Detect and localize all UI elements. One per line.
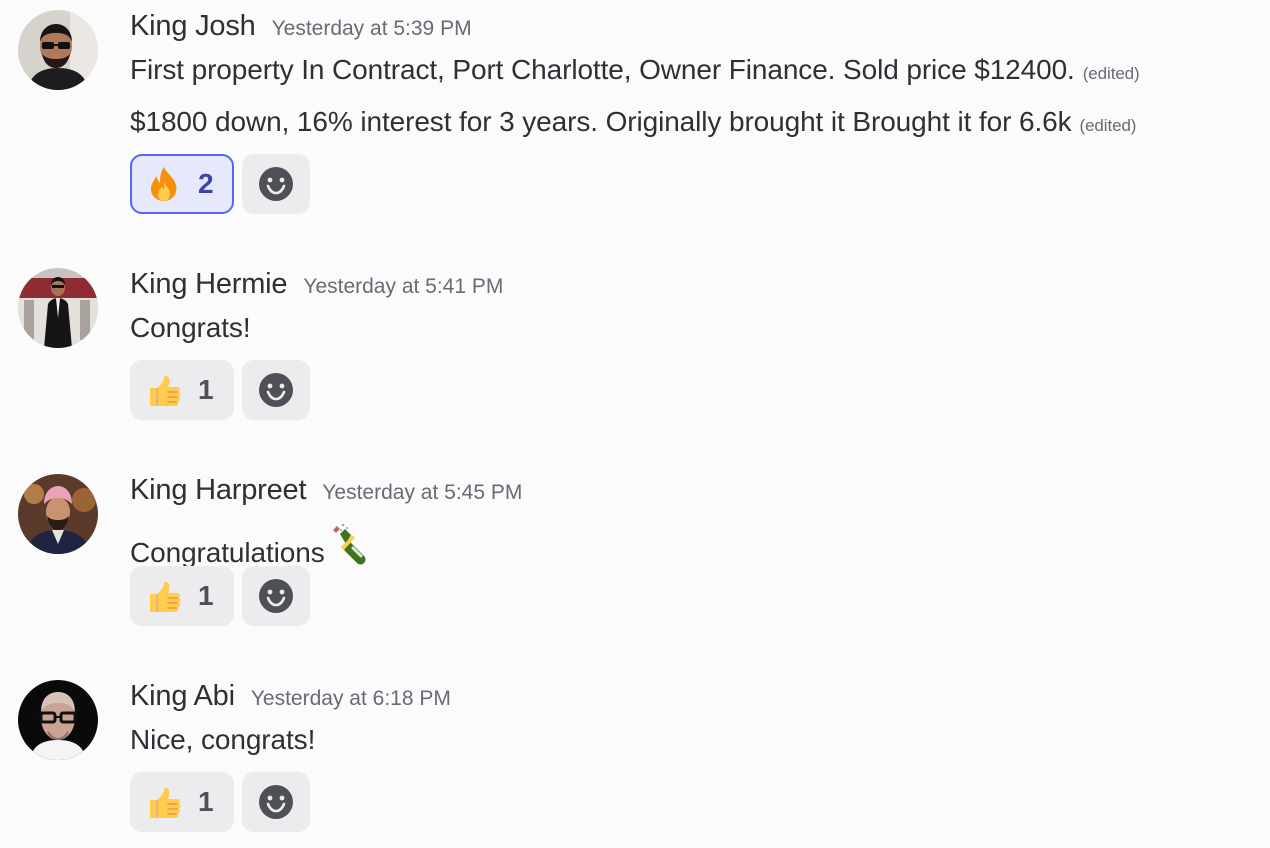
timestamp[interactable]: Yesterday at 5:41 PM [303, 275, 503, 299]
reaction-thumbs-up-button[interactable]: 1 [130, 772, 234, 832]
reaction-fire-button[interactable]: 2 [130, 154, 234, 214]
avatar-image [18, 268, 98, 348]
champagne-icon [329, 522, 373, 566]
reactions-bar: 1 [130, 360, 310, 420]
avatar-image [18, 680, 98, 760]
username[interactable]: King Hermie [130, 268, 288, 301]
timestamp[interactable]: Yesterday at 6:18 PM [251, 687, 451, 711]
smile-icon [256, 782, 296, 822]
reactions-bar: 1 [130, 566, 310, 626]
avatar[interactable] [18, 10, 98, 90]
timestamp[interactable]: Yesterday at 5:45 PM [322, 481, 522, 505]
reaction-thumbs-up-button[interactable]: 1 [130, 566, 234, 626]
message-header: King Harpreet Yesterday at 5:45 PM [130, 474, 522, 510]
message-line-text: Congratulations [130, 537, 325, 568]
smile-icon [256, 164, 296, 204]
avatar-image [18, 474, 98, 554]
message-text: Congrats! [130, 312, 251, 344]
edited-label: (edited) [1079, 116, 1137, 135]
fire-icon [144, 164, 184, 204]
reaction-thumbs-up-button[interactable]: 1 [130, 360, 234, 420]
message-header: King Abi Yesterday at 6:18 PM [130, 680, 451, 716]
message-line-text: $1800 down, 16% interest for 3 years. Or… [130, 106, 1072, 137]
thumbs-up-icon [144, 782, 184, 822]
smile-icon [256, 370, 296, 410]
username[interactable]: King Abi [130, 680, 235, 713]
message-line-text: First property In Contract, Port Charlot… [130, 54, 1075, 85]
edited-label: (edited) [1082, 64, 1140, 83]
username[interactable]: King Josh [130, 10, 256, 43]
reaction-count: 2 [198, 168, 214, 199]
avatar[interactable] [18, 474, 98, 554]
smile-icon [256, 576, 296, 616]
add-reaction-button[interactable] [242, 360, 310, 420]
message-text: First property In Contract, Port Charlot… [130, 54, 1140, 86]
avatar[interactable] [18, 268, 98, 348]
avatar[interactable] [18, 680, 98, 760]
add-reaction-button[interactable] [242, 566, 310, 626]
message-line-text: Congrats! [130, 312, 251, 343]
add-reaction-button[interactable] [242, 772, 310, 832]
reaction-count: 1 [198, 786, 214, 817]
reaction-count: 1 [198, 374, 214, 405]
username[interactable]: King Harpreet [130, 474, 307, 507]
reactions-bar: 1 [130, 772, 310, 832]
thumbs-up-icon [144, 576, 184, 616]
reactions-bar: 2 [130, 154, 310, 214]
timestamp[interactable]: Yesterday at 5:39 PM [272, 17, 472, 41]
thumbs-up-icon [144, 370, 184, 410]
message-text: $1800 down, 16% interest for 3 years. Or… [130, 106, 1136, 138]
message-header: King Hermie Yesterday at 5:41 PM [130, 268, 503, 304]
avatar-image [18, 10, 98, 90]
message-line-text: Nice, congrats! [130, 724, 316, 755]
message-text: Congratulations [130, 518, 373, 569]
reaction-count: 1 [198, 580, 214, 611]
add-reaction-button[interactable] [242, 154, 310, 214]
message-text: Nice, congrats! [130, 724, 315, 756]
message-header: King Josh Yesterday at 5:39 PM [130, 10, 472, 46]
